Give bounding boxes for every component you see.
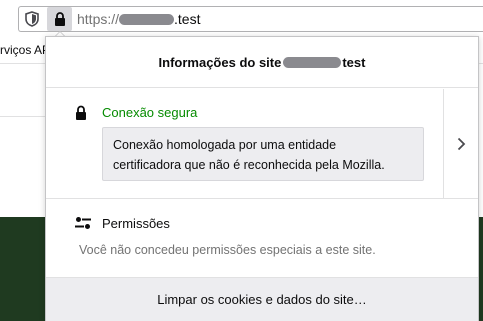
permissions-title: Permissões [102, 216, 170, 231]
redacted-domain [119, 13, 175, 25]
connection-status-label: Conexão segura [102, 105, 198, 120]
url-scheme: https:// [77, 11, 120, 27]
url-bar: https:// .test [0, 0, 483, 37]
lock-icon [76, 105, 86, 120]
connection-details-button[interactable] [443, 89, 479, 198]
page-divider [0, 116, 45, 117]
permissions-section: Permissões Você não concedeu permissões … [46, 199, 478, 276]
shield-icon [25, 11, 39, 27]
lock-icon [54, 12, 65, 26]
bookmark-item[interactable]: rviços AP [0, 43, 50, 57]
chevron-right-icon [457, 137, 466, 150]
permissions-sliders-icon [75, 217, 91, 229]
panel-title-suffix: test [342, 54, 366, 70]
site-identity-button[interactable] [47, 7, 72, 31]
clear-cookies-button[interactable]: Limpar os cookies e dados do site… [46, 277, 478, 321]
panel-title: Informações do site test [46, 37, 478, 88]
tracking-protection-button[interactable] [22, 9, 42, 29]
url-text[interactable]: https:// .test [77, 11, 201, 27]
security-note-line-2: certificadora que não é reconhecida pela… [113, 158, 385, 172]
permissions-empty-message: Você não concedeu permissões especiais a… [79, 243, 376, 257]
url-suffix: .test [174, 11, 201, 27]
redacted-site-name [283, 56, 342, 68]
security-note-line-1: Conexão homologada por uma entidade [113, 138, 337, 152]
panel-title-prefix: Informações do site [158, 54, 282, 70]
security-note: Conexão homologada por uma entidade cert… [102, 127, 424, 181]
site-identity-panel: Informações do site test Conexão segura … [45, 36, 479, 321]
connection-security-section: Conexão segura Conexão homologada por um… [46, 89, 443, 198]
